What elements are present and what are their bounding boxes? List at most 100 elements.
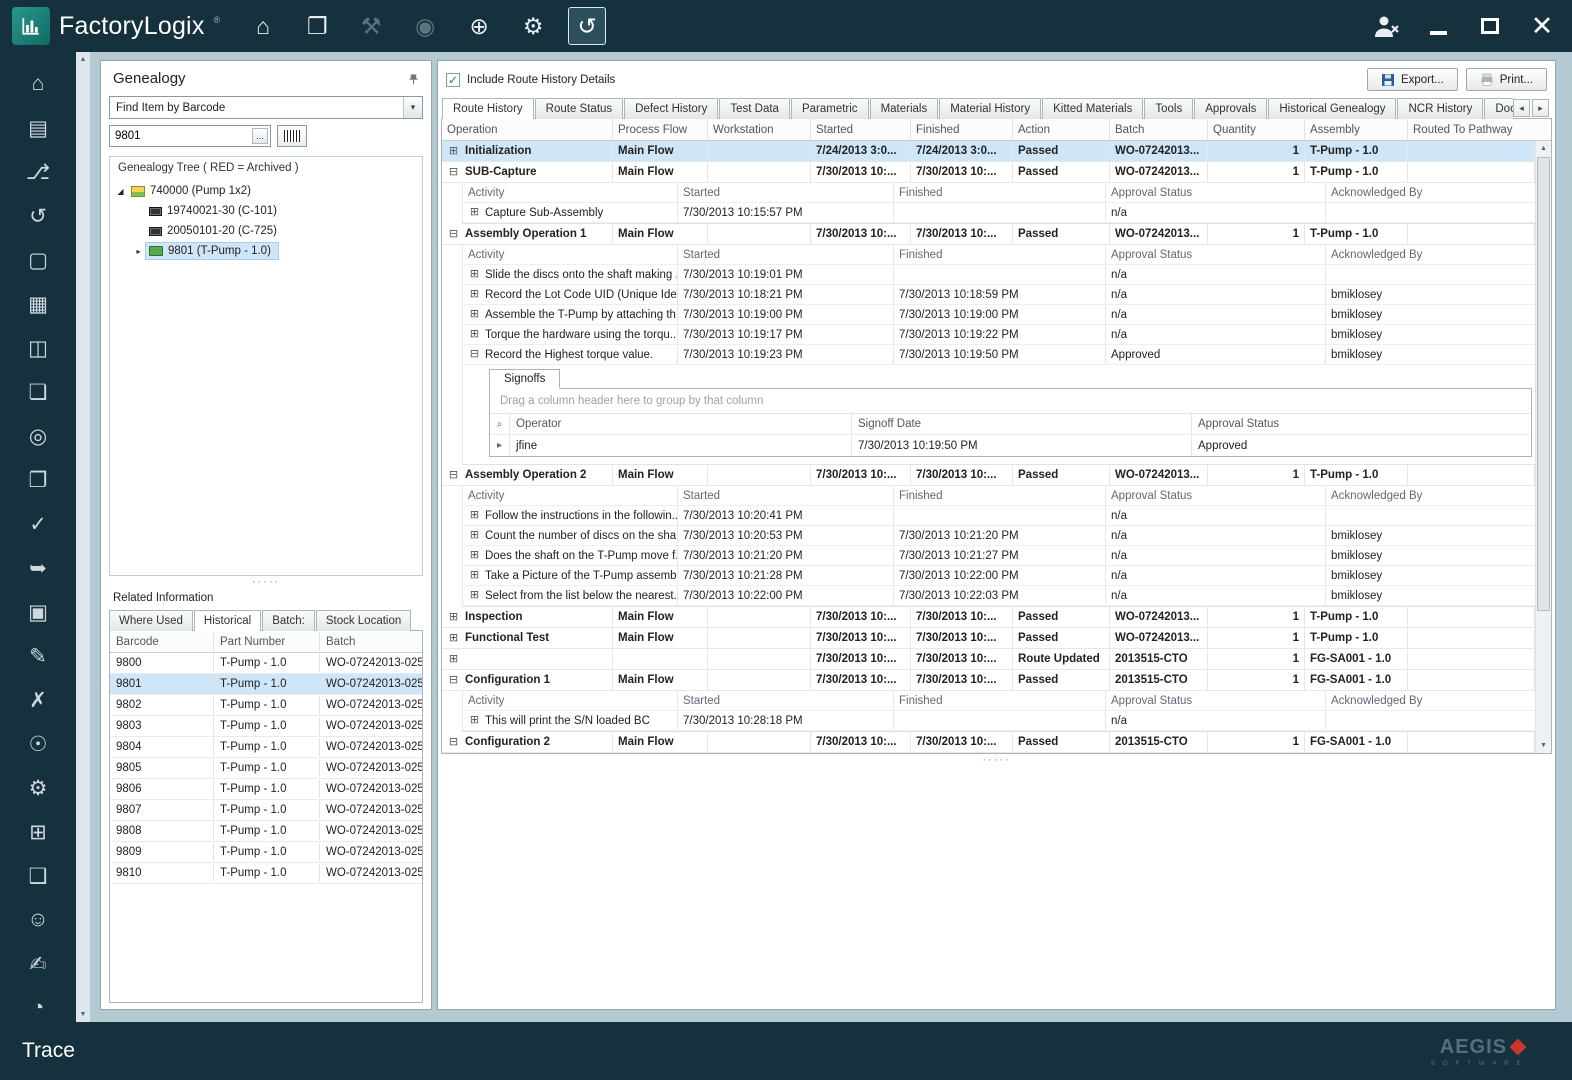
activity-row[interactable]: ⊞ Capture Sub-Assembly 7/30/2013 10:15:57 …: [463, 203, 1535, 223]
home-button[interactable]: ⌂: [244, 7, 282, 45]
operation-row[interactable]: ⊟ Assembly Operation 1 Main Flow 7/30/2013 …: [442, 224, 1535, 245]
expand-icon[interactable]: ⊞: [468, 309, 481, 320]
data-grid-search-icon[interactable]: ▦: [0, 282, 76, 326]
column-header-started[interactable]: Started: [811, 119, 911, 140]
web-button[interactable]: ⊕: [460, 7, 498, 45]
activity-col-header-started[interactable]: Started: [678, 183, 894, 202]
production-monitor-icon[interactable]: ▢: [0, 238, 76, 282]
expand-icon[interactable]: ⊞: [468, 269, 481, 280]
column-header-action[interactable]: Action: [1013, 119, 1110, 140]
expand-icon[interactable]: ⊞: [468, 329, 481, 340]
expand-icon[interactable]: ⊞: [447, 653, 460, 665]
documentation-icon[interactable]: ❏: [0, 370, 76, 414]
activity-col-header-activity[interactable]: Activity: [463, 245, 678, 264]
barcode-input[interactable]: [110, 130, 252, 142]
tab-route-history[interactable]: Route History: [442, 98, 534, 119]
grid-splitter-handle[interactable]: ·····: [438, 754, 1555, 767]
print-button[interactable]: Print...: [1465, 68, 1547, 91]
related-row[interactable]: 9808 T-Pump - 1.0 WO-07242013-0258: [110, 821, 422, 842]
related-col-header-barcode[interactable]: Barcode: [110, 632, 214, 651]
activity-col-header-acknowledged-by[interactable]: Acknowledged By: [1326, 486, 1535, 505]
tab-documents[interactable]: Documents: [1484, 98, 1513, 119]
related-tab-stock-location[interactable]: Stock Location: [315, 610, 412, 631]
signature-icon[interactable]: ✍: [0, 942, 76, 986]
tree-expander-icon[interactable]: ◢: [114, 187, 127, 196]
tab-material-history[interactable]: Material History: [939, 98, 1042, 119]
expand-icon[interactable]: ⊞: [468, 207, 481, 218]
tab-historical-genealogy[interactable]: Historical Genealogy: [1268, 98, 1397, 119]
package-add-icon[interactable]: ⊞: [0, 810, 76, 854]
related-col-header-part-number[interactable]: Part Number: [214, 632, 320, 651]
browse-button[interactable]: ...: [252, 128, 268, 144]
scrollbar-track[interactable]: [1536, 156, 1551, 738]
user-signout-icon[interactable]: [1368, 10, 1404, 42]
column-header-batch[interactable]: Batch: [1110, 119, 1208, 140]
tab-kitted-materials[interactable]: Kitted Materials: [1042, 98, 1144, 119]
tab-scroll-right-button[interactable]: ▸: [1532, 99, 1549, 117]
settings-button[interactable]: ⚙: [514, 7, 552, 45]
expand-icon[interactable]: ⊞: [468, 289, 481, 300]
activity-col-header-approval-status[interactable]: Approval Status: [1106, 245, 1326, 264]
expand-icon[interactable]: ⊞: [468, 590, 481, 601]
activity-row[interactable]: ⊞ Select from the list below the nearest.…: [463, 586, 1535, 606]
tab-test-data[interactable]: Test Data: [719, 98, 790, 119]
activity-col-header-activity[interactable]: Activity: [463, 183, 678, 202]
collapse-icon[interactable]: ⊟: [447, 166, 460, 178]
operation-row[interactable]: ⊟ SUB-Capture Main Flow 7/30/2013 10:... 7/3…: [442, 162, 1535, 183]
activity-col-header-finished[interactable]: Finished: [894, 486, 1106, 505]
related-row[interactable]: 9807 T-Pump - 1.0 WO-07242013-0258: [110, 800, 422, 821]
related-tab-where-used[interactable]: Where Used: [109, 610, 193, 631]
signoff-col-header-signoff-date[interactable]: Signoff Date: [852, 414, 1192, 434]
quality-check-icon[interactable]: ✓: [0, 502, 76, 546]
signoff-row[interactable]: ▸ jfine 7/30/2013 10:19:50 PM Approved: [490, 435, 1531, 456]
related-row[interactable]: 9802 T-Pump - 1.0 WO-07242013-0258: [110, 695, 422, 716]
column-header-finished[interactable]: Finished: [911, 119, 1013, 140]
column-header-workstation[interactable]: Workstation: [708, 119, 811, 140]
operation-row[interactable]: ⊟ Configuration 1 Main Flow 7/30/2013 10:..…: [442, 670, 1535, 691]
scroll-down-icon[interactable]: ▼: [1536, 738, 1551, 753]
operation-row[interactable]: ⊞ Inspection Main Flow 7/30/2013 10:... 7/30…: [442, 607, 1535, 628]
expand-icon[interactable]: ⊞: [468, 550, 481, 561]
activity-row[interactable]: ⊞ Assemble the T-Pump by attaching th... 7…: [463, 305, 1535, 325]
configuration-search-icon[interactable]: ⚙: [0, 766, 76, 810]
barcode-scan-button[interactable]: [277, 125, 307, 147]
activity-col-header-started[interactable]: Started: [678, 245, 894, 264]
report-chart-icon[interactable]: ◔: [0, 986, 76, 1022]
activity-col-header-approval-status[interactable]: Approval Status: [1106, 183, 1326, 202]
activity-col-header-finished[interactable]: Finished: [894, 245, 1106, 264]
expand-icon[interactable]: ⊞: [468, 570, 481, 581]
document-search-icon[interactable]: ◎: [0, 414, 76, 458]
scroll-up-icon[interactable]: ▲: [1536, 141, 1551, 156]
panel-splitter-handle[interactable]: ·····: [107, 576, 425, 589]
related-row[interactable]: 9800 T-Pump - 1.0 WO-07242013-0258: [110, 653, 422, 674]
tab-tools[interactable]: Tools: [1144, 98, 1194, 119]
warehouse-icon[interactable]: ◫: [0, 326, 76, 370]
related-col-header-batch[interactable]: Batch: [320, 633, 422, 651]
activity-col-header-acknowledged-by[interactable]: Acknowledged By: [1326, 183, 1535, 202]
activity-row[interactable]: ⊞ Does the shaft on the T-Pump move f... 7…: [463, 546, 1535, 566]
tab-scroll-left-button[interactable]: ◂: [1513, 99, 1530, 117]
badge-card-icon[interactable]: ▣: [0, 590, 76, 634]
pin-icon[interactable]: [408, 73, 419, 85]
scroll-up-icon[interactable]: ▲: [76, 56, 90, 63]
related-row[interactable]: 9801 T-Pump - 1.0 WO-07242013-0258: [110, 674, 422, 695]
column-header-assembly[interactable]: Assembly: [1305, 119, 1408, 140]
activity-col-header-approval-status[interactable]: Approval Status: [1106, 691, 1326, 710]
find-mode-dropdown[interactable]: Find Item by Barcode ▾: [109, 96, 423, 119]
related-row[interactable]: 9803 T-Pump - 1.0 WO-07242013-0258: [110, 716, 422, 737]
tab-approvals[interactable]: Approvals: [1194, 98, 1268, 119]
measurement-icon[interactable]: ✗: [0, 678, 76, 722]
operation-row[interactable]: ⊟ Configuration 2 Main Flow 7/30/2013 10:..…: [442, 732, 1535, 753]
vertical-scrollbar[interactable]: ▲ ▼: [1535, 141, 1551, 753]
activity-col-header-activity[interactable]: Activity: [463, 691, 678, 710]
expand-icon[interactable]: ⊞: [447, 632, 460, 644]
activity-col-header-finished[interactable]: Finished: [894, 691, 1106, 710]
activity-row[interactable]: ⊞ Record the Lot Code UID (Unique Ide... 7…: [463, 285, 1535, 305]
scrollbar-thumb[interactable]: [1537, 157, 1550, 611]
machines-button[interactable]: ⚒: [352, 7, 390, 45]
activity-row[interactable]: ⊞ Slide the discs onto the shaft making .…: [463, 265, 1535, 285]
activity-row[interactable]: ⊞ This will print the S/N loaded BC 7/30/2…: [463, 711, 1535, 731]
activity-col-header-started[interactable]: Started: [678, 486, 894, 505]
column-header-quantity[interactable]: Quantity: [1208, 119, 1305, 140]
operator-query-icon[interactable]: ☺: [0, 898, 76, 942]
